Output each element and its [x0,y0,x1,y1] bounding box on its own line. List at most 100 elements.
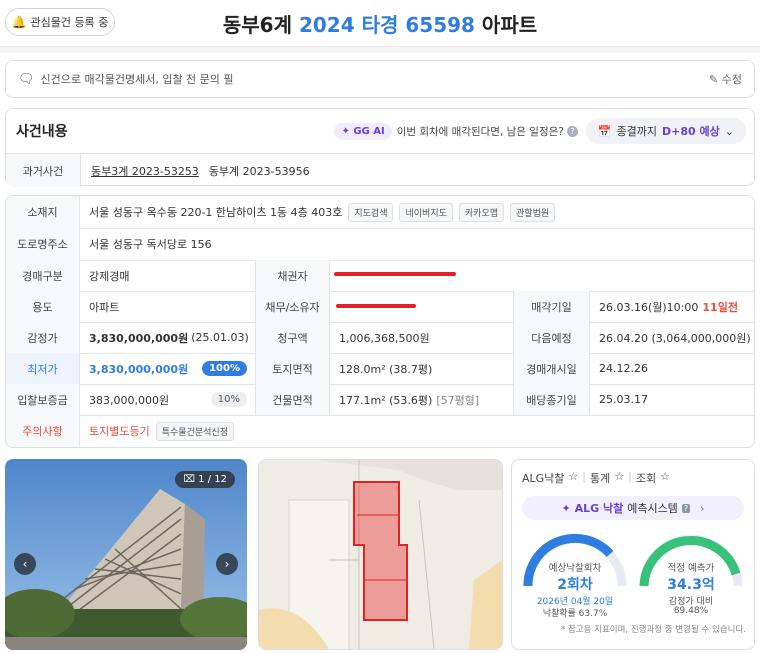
chat-icon: 🗨 [18,71,35,87]
round-gauge-label: 예상낙찰회차 [548,563,602,574]
sale-date-label: 매각기일 [514,291,590,322]
road-value: 서울 성동구 독서당로 156 [89,238,212,251]
past-case-link[interactable]: 동부3계 2023-53253 [91,163,199,179]
memo-field[interactable]: 🗨 신건으로 매각물건명세서, 입찰 전 문의 필 ✎ 수정 [5,60,755,98]
debtor-label: 채무/소유자 [256,291,330,322]
chevron-right-icon: › [700,501,705,515]
top-bar: 🔔 관심물건 등록 중 동부6계 2024 타경 65598 아파트 [0,0,760,47]
stats-tabs: ALG낙찰 ☆ | 통계 ☆ | 조회 ☆ [522,470,670,486]
location-label: 소재지 [6,196,80,228]
building-area-label: 건물면적 [256,384,330,415]
gg-ai-badge[interactable]: ✦ GG AI [334,122,392,140]
deposit-value: 383,000,000원 [89,393,170,407]
photo-counter-text: 1 / 12 [198,474,227,485]
special-analysis-chip[interactable]: 특수물건분석신청 [155,421,234,441]
pred-label: 종결까지 [616,125,658,138]
prev-photo-button[interactable]: ‹ [14,553,36,575]
naver-map-chip[interactable]: 네이버지도 [399,202,453,222]
tab-views[interactable]: 조회 [636,470,656,486]
star-icon[interactable]: ☆ [568,470,578,486]
info-icon: ? [681,503,691,513]
dividend-label: 배당종기일 [514,384,590,415]
tab-separator: | [582,470,587,483]
round-gauge-value: 2회차 [557,577,593,593]
court-chip[interactable]: 관할법원 [510,202,556,222]
caution-label: 주의사항 [6,415,80,447]
star-icon[interactable]: ☆ [660,470,670,486]
property-photo[interactable]: ⌧ 1 / 12 ‹ › [5,459,247,650]
chevron-down-icon: ⌄ [724,124,734,138]
pred-value: D+80 예상 [662,125,720,138]
edit-memo-button[interactable]: ✎ 수정 [709,71,742,87]
kakao-map-chip[interactable]: 카카오맵 [458,202,505,222]
map-search-chip[interactable]: 지도검색 [348,202,394,222]
tab-separator: | [628,470,632,483]
start-date-label: 경매개시일 [514,353,590,384]
debtor-redacted [330,291,514,322]
past-case-text: 동부계 2023-53956 [208,164,310,178]
next-photo-button[interactable]: › [216,553,238,575]
redaction-mark [334,272,456,276]
alg-prediction-button[interactable]: ✦ ALG 낙찰 예측시스템 ? › [522,496,744,520]
sale-date-value: 26.03.16(월)10:00 [599,300,699,314]
building-area-size: [57평형] [436,393,480,407]
tab-alg[interactable]: ALG낙찰 [522,470,564,486]
next-value: 26.04.20 (3,064,000,000원) [599,331,751,345]
edit-label: 수정 [721,73,742,86]
past-case-label: 과거사건 [6,154,81,187]
photo-counter: ⌧ 1 / 12 [175,471,235,488]
appraisal-date: (25.01.03) [191,331,249,344]
sale-date-dday: 11일전 [702,300,738,314]
disclaimer-note: * 참고용 지표이며, 진행과정 중 변경될 수 있습니다. [561,625,746,635]
redaction-mark [336,304,416,308]
camera-icon: ⌧ [183,474,195,485]
price-gauge-ratio: 89.48% [673,606,709,616]
section-divider [0,47,760,53]
location-value: 서울 성동구 옥수동 220-1 한남하이츠 1동 4층 403호 [89,206,343,219]
appraisal-value: 3,830,000,000원 [89,331,189,345]
road-label: 도로명주소 [6,228,80,260]
caution-value: 토지별도등기 [89,425,150,438]
next-label: 다음예정 [514,322,590,353]
memo-text: 신건으로 매각물건명세서, 입찰 전 문의 필 [40,73,234,86]
dividend-value: 25.03.17 [599,393,648,406]
usage-value: 아파트 [80,291,256,322]
usage-label: 용도 [6,291,80,322]
page-title: 동부6계 2024 타경 65598 아파트 [0,9,760,38]
price-gauge-value: 34.3억 [667,577,715,593]
case-section: 사건내용 ✦ GG AI 이번 회차에 매각된다면, 남은 일정은? ? 📅 종… [5,108,755,187]
auction-type-label: 경매구분 [6,260,80,291]
claim-value: 1,006,368,500원 [330,322,514,353]
court-name: 동부6계 [222,13,292,37]
round-gauge-probability: 낙찰확률 63.7% [542,609,608,619]
alg-brand: ✦ ALG 낙찰 [561,502,624,515]
star-icon[interactable]: ☆ [614,470,624,486]
property-info-table: 소재지 서울 성동구 옥수동 220-1 한남하이츠 1동 4층 403호 지도… [5,195,755,448]
case-section-title: 사건내용 [16,124,68,140]
appraisal-label: 감정가 [6,322,80,353]
price-gauge: 적정 예측가 34.3억 감정가 대비 89.48% [636,528,746,628]
ai-question: 이번 회차에 매각된다면, 남은 일정은? [396,125,564,138]
land-area-label: 토지면적 [256,353,330,384]
land-area-value: 128.0m² (38.7평) [330,353,514,384]
map-image [259,460,502,649]
start-date-value: 24.12.26 [599,362,648,375]
prediction-panel: ALG낙찰 ☆ | 통계 ☆ | 조회 ☆ ✦ ALG 낙찰 예측시스템 ? › 예상… [511,459,755,650]
creditor-label: 채권자 [256,260,330,291]
tab-stats[interactable]: 통계 [590,470,610,486]
min-price-label: 최저가 [6,353,80,384]
claim-label: 청구액 [256,322,330,353]
pencil-icon: ✎ [709,73,719,86]
schedule-prediction-button[interactable]: 📅 종결까지 D+80 예상 ⌄ [585,118,746,144]
deposit-label: 입찰보증금 [6,384,80,415]
round-gauge: 예상낙찰회차 2회차 2026년 04월 20일 낙찰확률 63.7% [520,528,630,628]
property-type: 아파트 [481,13,538,37]
deposit-pct-badge: 10% [210,392,247,407]
auction-type-value: 강제경매 [80,260,256,291]
help-icon[interactable]: ? [566,125,578,137]
case-number: 2024 타경 65598 [298,13,475,37]
parcel-map[interactable] [258,459,503,650]
calendar-icon: 📅 [597,124,612,138]
alg-label: 예측시스템 [627,502,678,515]
price-gauge-label: 적정 예측가 [667,563,715,574]
